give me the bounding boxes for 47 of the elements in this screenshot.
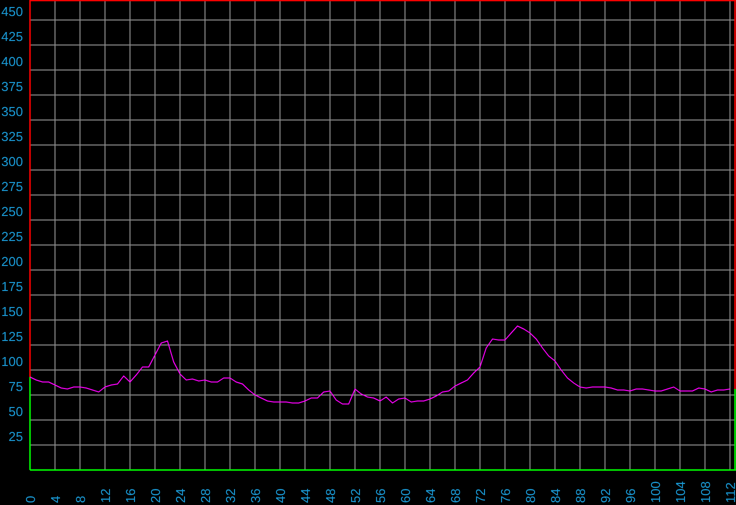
x-axis-label: 24 — [173, 488, 188, 503]
x-axis-label: 100 — [648, 481, 663, 503]
x-axis-label: 92 — [598, 488, 613, 503]
y-axis-label: 450 — [1, 4, 23, 19]
x-axis-label: 28 — [198, 488, 213, 503]
x-axis-label: 8 — [73, 496, 88, 503]
x-axis-label: 32 — [223, 488, 238, 503]
x-axis-label: 72 — [473, 488, 488, 503]
x-axis-label: 56 — [373, 488, 388, 503]
y-axis-label: 75 — [8, 379, 23, 394]
y-axis-label: 125 — [1, 329, 23, 344]
y-axis-label: 150 — [1, 304, 23, 319]
x-axis-label: 0 — [23, 496, 38, 503]
x-axis-label: 4 — [48, 496, 63, 503]
x-axis-label: 112 — [723, 482, 736, 503]
x-axis-label: 20 — [148, 488, 163, 503]
x-axis-label: 12 — [98, 488, 113, 503]
y-axis-label: 400 — [1, 54, 23, 69]
x-axis-label: 52 — [348, 488, 363, 503]
x-axis-label: 84 — [548, 488, 563, 503]
x-axis-label: 64 — [423, 488, 438, 503]
y-axis-label: 350 — [1, 104, 23, 119]
x-axis-label: 80 — [523, 488, 538, 503]
y-axis-label: 50 — [8, 404, 23, 419]
y-axis-label: 100 — [1, 354, 23, 369]
y-axis-label: 200 — [1, 254, 23, 269]
x-axis-label: 60 — [398, 488, 413, 503]
y-axis-label: 375 — [1, 79, 23, 94]
x-axis-label: 40 — [273, 488, 288, 503]
x-axis-label: 68 — [448, 488, 463, 503]
x-axis-label: 104 — [673, 481, 688, 503]
x-axis-label: 108 — [698, 481, 713, 503]
x-axis-label: 76 — [498, 488, 513, 503]
x-axis-label: 88 — [573, 488, 588, 503]
y-axis-label: 425 — [1, 29, 23, 44]
y-axis-label: 325 — [1, 129, 23, 144]
y-axis-label: 300 — [1, 154, 23, 169]
x-axis-label: 44 — [298, 488, 313, 503]
x-axis-label: 36 — [248, 488, 263, 503]
y-axis-label: 250 — [1, 204, 23, 219]
x-axis-label: 48 — [323, 488, 338, 503]
x-axis-label: 16 — [123, 488, 138, 503]
y-axis-label: 275 — [1, 179, 23, 194]
y-axis-label: 175 — [1, 279, 23, 294]
y-axis-label: 225 — [1, 229, 23, 244]
y-axis-label: 25 — [8, 429, 23, 444]
x-axis-label: 96 — [623, 488, 638, 503]
